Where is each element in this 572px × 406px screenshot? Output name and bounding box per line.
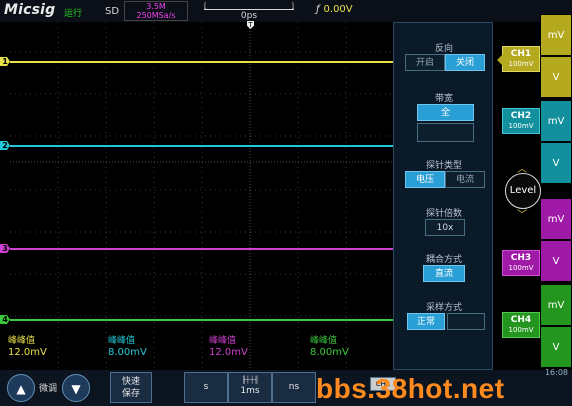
ch1-mv-button[interactable]: mV bbox=[540, 14, 572, 56]
ch2-v-button[interactable]: V bbox=[540, 142, 572, 184]
ch3-tab[interactable]: CH3 100mV bbox=[502, 250, 540, 276]
trigger-level-value: 0.00V bbox=[323, 4, 353, 15]
timebase-value[interactable]: ╟┼┼╢ 1ms bbox=[228, 372, 272, 403]
invert-off-option[interactable]: 关闭 bbox=[445, 54, 485, 71]
measurement-value: 12.0mV bbox=[209, 347, 248, 358]
quick-save-button[interactable]: 快速 保存 bbox=[110, 372, 152, 403]
probe-ratio-label: 探针倍数 bbox=[425, 209, 462, 219]
ch2-marker[interactable]: 2 bbox=[0, 141, 10, 150]
ch4-tab[interactable]: CH4 100mV bbox=[502, 312, 540, 338]
measurement-ch4: 峰峰值 8.00mV bbox=[310, 336, 349, 358]
ch4-v-button[interactable]: V bbox=[540, 326, 572, 368]
measurement-label: 峰峰值 bbox=[209, 336, 237, 346]
ch4-scale: 100mV bbox=[508, 326, 534, 334]
channel-settings-panel: 反向 开启 关闭 带宽 全 探针类型 电压 电流 探针倍数 10x 耦合方式 直… bbox=[393, 22, 493, 370]
ch3-mv-button[interactable]: mV bbox=[540, 198, 572, 240]
time-right-bracket: ] bbox=[291, 2, 294, 10]
ch3-marker[interactable]: 3 bbox=[0, 244, 10, 253]
measurement-ch3: 峰峰值 12.0mV bbox=[209, 336, 248, 358]
waveform-grid[interactable] bbox=[10, 22, 395, 370]
ch2-trace bbox=[10, 145, 393, 147]
probe-voltage-option[interactable]: 电压 bbox=[405, 171, 445, 188]
measurement-ch2: 峰峰值 8.00mV bbox=[108, 336, 147, 358]
run-status[interactable]: 运行 bbox=[64, 6, 82, 19]
triangle-down-icon: ▼ bbox=[71, 382, 81, 396]
timebase-s-button[interactable]: s bbox=[184, 372, 228, 403]
ch1-tab-arrow bbox=[497, 54, 503, 66]
rising-edge-icon: ƒ bbox=[316, 4, 320, 15]
acquisition-info: 3.5M 250MSa/s bbox=[124, 1, 188, 21]
fine-up-button[interactable]: ▲ bbox=[7, 374, 35, 402]
invert-label: 反向 bbox=[434, 44, 453, 54]
fine-adjust-label: 微调 bbox=[39, 384, 58, 394]
ch3-v-button[interactable]: V bbox=[540, 240, 572, 282]
watermark: bbs.38hot.net bbox=[316, 373, 505, 404]
sample-rate: 250MSa/s bbox=[136, 11, 176, 20]
measurement-label: 峰峰值 bbox=[8, 336, 36, 346]
ch4-marker[interactable]: 4 bbox=[0, 315, 10, 324]
measurement-label: 峰峰值 bbox=[310, 336, 338, 346]
brand-logo: Micsig bbox=[4, 2, 56, 18]
bandwidth-limit-button[interactable] bbox=[417, 123, 474, 142]
measurement-value: 12.0mV bbox=[8, 347, 47, 358]
level-down-arrow[interactable]: ﹀ bbox=[517, 206, 527, 221]
measurement-ch1: 峰峰值 12.0mV bbox=[8, 336, 47, 358]
top-status-bar: Micsig 运行 SD 3.5M 250MSa/s [ ] 0ps ƒ 0.00… bbox=[0, 0, 572, 22]
ch3-scale: 100mV bbox=[508, 264, 534, 272]
ch4-name: CH4 bbox=[510, 315, 532, 325]
ch1-trace bbox=[10, 61, 393, 63]
probe-current-option[interactable]: 电流 bbox=[445, 171, 485, 188]
ch1-tab[interactable]: CH1 100mV bbox=[497, 46, 540, 72]
time-rail bbox=[204, 9, 294, 10]
time-left-bracket: [ bbox=[204, 2, 207, 10]
timebase-value-text: 1ms bbox=[240, 386, 260, 396]
invert-on-option[interactable]: 开启 bbox=[405, 54, 445, 71]
memory-depth: 3.5M bbox=[146, 2, 166, 11]
time-offset-indicator[interactable]: [ ] 0ps bbox=[204, 2, 294, 21]
trigger-indicator[interactable]: ƒ 0.00V bbox=[316, 4, 353, 15]
bandwidth-full-button[interactable]: 全 bbox=[417, 104, 474, 121]
ch1-marker[interactable]: 1 bbox=[0, 57, 10, 66]
coupling-dc-button[interactable]: 直流 bbox=[423, 265, 465, 282]
ch1-scale: 100mV bbox=[508, 60, 534, 68]
ch2-tab[interactable]: CH2 100mV bbox=[502, 108, 540, 134]
ch2-scale: 100mV bbox=[508, 122, 534, 130]
level-knob[interactable]: Level bbox=[505, 173, 541, 209]
ch1-v-button[interactable]: V bbox=[540, 56, 572, 98]
timebase-scale-icon: ╟┼┼╢ bbox=[241, 376, 259, 384]
probe-type-label: 探针类型 bbox=[425, 161, 462, 171]
bandwidth-label: 带宽 bbox=[434, 94, 453, 104]
acquire-other-button[interactable] bbox=[447, 313, 485, 330]
measurement-label: 峰峰值 bbox=[108, 336, 136, 346]
ch4-mv-button[interactable]: mV bbox=[540, 284, 572, 326]
time-offset-value: 0ps bbox=[240, 11, 258, 21]
coupling-label: 耦合方式 bbox=[425, 255, 462, 265]
timebase-ns-button[interactable]: ns bbox=[272, 372, 316, 403]
ch1-name: CH1 bbox=[510, 49, 532, 59]
triangle-up-icon: ▲ bbox=[16, 382, 26, 396]
ch2-mv-button[interactable]: mV bbox=[540, 100, 572, 142]
acquire-mode-label: 采样方式 bbox=[425, 303, 462, 313]
measurement-value: 8.00mV bbox=[108, 347, 147, 358]
sd-card-indicator: SD bbox=[105, 6, 120, 17]
probe-ratio-button[interactable]: 10x bbox=[425, 219, 465, 236]
ch2-name: CH2 bbox=[510, 111, 532, 121]
measurement-value: 8.00mV bbox=[310, 347, 349, 358]
ch3-trace bbox=[10, 248, 393, 250]
acquire-normal-button[interactable]: 正常 bbox=[407, 313, 445, 330]
ch3-name: CH3 bbox=[510, 253, 532, 263]
ch4-trace bbox=[10, 319, 393, 321]
fine-down-button[interactable]: ▼ bbox=[62, 374, 90, 402]
clock: 16:08 bbox=[544, 368, 568, 377]
